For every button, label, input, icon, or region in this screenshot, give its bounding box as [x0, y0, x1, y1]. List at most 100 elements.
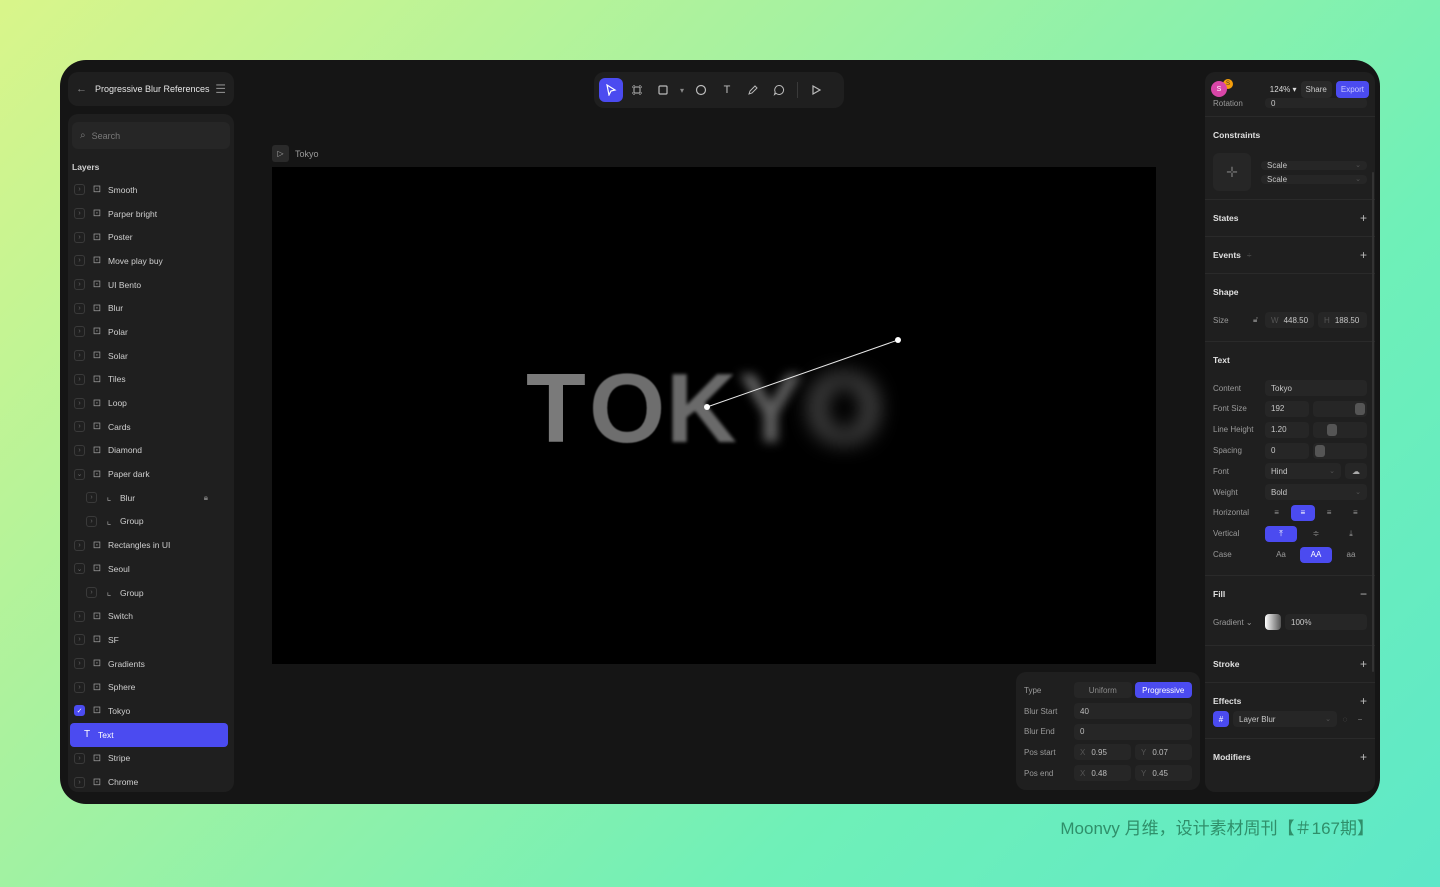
align-justify-icon[interactable]: ≡: [1344, 505, 1367, 521]
layer-item[interactable]: › ⊡ Gradients: [68, 652, 234, 676]
chevron-right-icon[interactable]: ›: [86, 587, 97, 599]
spacing-slider[interactable]: [1312, 442, 1367, 459]
cursor-icon[interactable]: [599, 78, 623, 102]
constraints-widget[interactable]: ✛: [1213, 153, 1251, 191]
layer-item[interactable]: ✓ ⊡ Tokyo: [68, 699, 234, 723]
layer-item[interactable]: › ⊡ Solar: [68, 344, 234, 368]
chevron-right-icon[interactable]: ›: [74, 255, 85, 267]
layer-item[interactable]: T Text: [70, 722, 228, 747]
fill-type-select[interactable]: Gradient ⌄: [1213, 618, 1265, 627]
gradient-swatch[interactable]: [1265, 614, 1281, 631]
weight-select[interactable]: Bold ⌄: [1265, 484, 1367, 501]
remove-fill-button[interactable]: −: [1360, 587, 1367, 601]
chevron-right-icon[interactable]: ›: [74, 610, 85, 622]
layer-item[interactable]: › ⌞ Group: [68, 510, 234, 534]
pos-end-x-field[interactable]: X 0.48: [1074, 765, 1131, 782]
height-field[interactable]: H 188.50: [1318, 312, 1367, 329]
chevron-right-icon[interactable]: ›: [74, 373, 85, 385]
chevron-right-icon[interactable]: ›: [74, 752, 85, 764]
chevron-right-icon[interactable]: ›: [74, 231, 85, 243]
font-size-field[interactable]: 192: [1265, 400, 1309, 417]
align-right-icon[interactable]: ≡: [1318, 505, 1341, 521]
case-upper-option[interactable]: AA: [1300, 546, 1332, 563]
blur-start-field[interactable]: 40: [1074, 703, 1192, 720]
align-bottom-icon[interactable]: ⤓: [1335, 526, 1367, 542]
add-modifier-button[interactable]: +: [1360, 750, 1367, 764]
chevron-right-icon[interactable]: ›: [74, 279, 85, 291]
layer-item[interactable]: ⌄ ⊡ Paper dark: [68, 462, 234, 486]
layer-item[interactable]: › ⊡ Poster: [68, 225, 234, 249]
blur-end-field[interactable]: 0: [1074, 723, 1192, 740]
layer-item[interactable]: › ⊡ Stripe: [68, 747, 234, 771]
layer-item[interactable]: › ⊡ Smooth: [68, 178, 234, 202]
layer-item[interactable]: › ⊡ Rectangles in UI: [68, 533, 234, 557]
frame-label[interactable]: ▷ Tokyo: [272, 145, 319, 162]
comment-icon[interactable]: [767, 78, 791, 102]
align-left-icon[interactable]: ≡: [1265, 505, 1288, 521]
search-input[interactable]: ⌕ Search: [72, 122, 230, 149]
layer-item[interactable]: › ⊡ Move play buy: [68, 249, 234, 273]
rectangle-icon[interactable]: [651, 78, 675, 102]
layer-item[interactable]: › ⊡ Switch: [68, 604, 234, 628]
visibility-icon[interactable]: ◌: [1337, 715, 1353, 724]
zoom-level[interactable]: 124% ▾: [1270, 85, 1297, 94]
chevron-right-icon[interactable]: ›: [74, 350, 85, 362]
pen-icon[interactable]: [741, 78, 765, 102]
case-lower-option[interactable]: aa: [1335, 547, 1367, 563]
lock-icon[interactable]: 🔓︎: [1253, 315, 1265, 325]
layer-item[interactable]: › ⊡ UI Bento: [68, 273, 234, 297]
layer-item[interactable]: › ⊡ Diamond: [68, 439, 234, 463]
layer-item[interactable]: › ⊡ Chrome: [68, 770, 234, 792]
pos-end-y-field[interactable]: Y 0.45: [1135, 765, 1192, 782]
chevron-right-icon[interactable]: ›: [74, 776, 85, 788]
rotation-field[interactable]: 0: [1265, 98, 1367, 108]
width-field[interactable]: W 448.50: [1265, 312, 1315, 329]
chevron-right-icon[interactable]: ›: [74, 681, 85, 693]
layer-item[interactable]: › ⊡ Polar: [68, 320, 234, 344]
chevron-right-icon[interactable]: ›: [86, 492, 97, 504]
pos-start-x-field[interactable]: X 0.95: [1074, 744, 1131, 761]
arrow-left-icon[interactable]: ←: [76, 83, 87, 95]
slider-knob[interactable]: [1326, 423, 1337, 436]
layer-item[interactable]: › ⊡ Cards: [68, 415, 234, 439]
layer-item[interactable]: › ⊡ SF: [68, 628, 234, 652]
align-top-icon[interactable]: ⤒: [1265, 525, 1297, 542]
chevron-down-icon[interactable]: ⌄: [74, 563, 85, 575]
chevron-right-icon[interactable]: ›: [86, 515, 97, 527]
ellipse-icon[interactable]: [689, 78, 713, 102]
align-middle-icon[interactable]: ≑: [1300, 526, 1332, 542]
remove-effect-icon[interactable]: −: [1353, 715, 1367, 724]
chevron-right-icon[interactable]: ›: [74, 539, 85, 551]
play-icon[interactable]: ▷: [272, 145, 289, 162]
chevron-down-icon[interactable]: ▾: [677, 78, 687, 102]
layer-item[interactable]: › ⊡ Parper bright: [68, 202, 234, 226]
layer-item[interactable]: › ⊡ Blur: [68, 296, 234, 320]
upload-icon[interactable]: ☁: [1345, 463, 1367, 480]
progressive-option[interactable]: Progressive: [1134, 682, 1192, 699]
slider-knob[interactable]: [1355, 402, 1365, 415]
slider-knob[interactable]: [1314, 444, 1325, 457]
lock-icon[interactable]: 🔒︎: [204, 493, 208, 503]
gradient-handle[interactable]: [272, 167, 1156, 664]
play-icon[interactable]: [804, 78, 828, 102]
vertical-constraint-select[interactable]: Scale ⌄: [1261, 174, 1367, 184]
effect-settings-icon[interactable]: #: [1213, 711, 1229, 728]
layer-item[interactable]: ⌄ ⊡ Seoul: [68, 557, 234, 581]
text-icon[interactable]: T: [715, 78, 739, 102]
chevron-right-icon[interactable]: ›: [74, 444, 85, 456]
horizontal-constraint-select[interactable]: Scale ⌄: [1261, 160, 1367, 170]
line-height-slider[interactable]: [1312, 421, 1367, 438]
spacing-field[interactable]: 0: [1265, 442, 1309, 459]
effect-select[interactable]: Layer Blur ⌄: [1233, 711, 1337, 728]
add-stroke-button[interactable]: +: [1360, 657, 1367, 671]
hamburger-menu-icon[interactable]: ☰: [215, 82, 226, 96]
align-center-icon[interactable]: ≡: [1291, 504, 1315, 521]
font-size-slider[interactable]: [1312, 400, 1367, 417]
chevron-down-icon[interactable]: ✓: [74, 705, 85, 717]
layer-item[interactable]: › ⊡ Tiles: [68, 368, 234, 392]
uniform-option[interactable]: Uniform: [1074, 682, 1132, 699]
chevron-right-icon[interactable]: ›: [74, 326, 85, 338]
share-button[interactable]: Share: [1300, 80, 1332, 98]
layer-item[interactable]: › ⊡ Sphere: [68, 675, 234, 699]
add-event-button[interactable]: +: [1360, 248, 1367, 262]
